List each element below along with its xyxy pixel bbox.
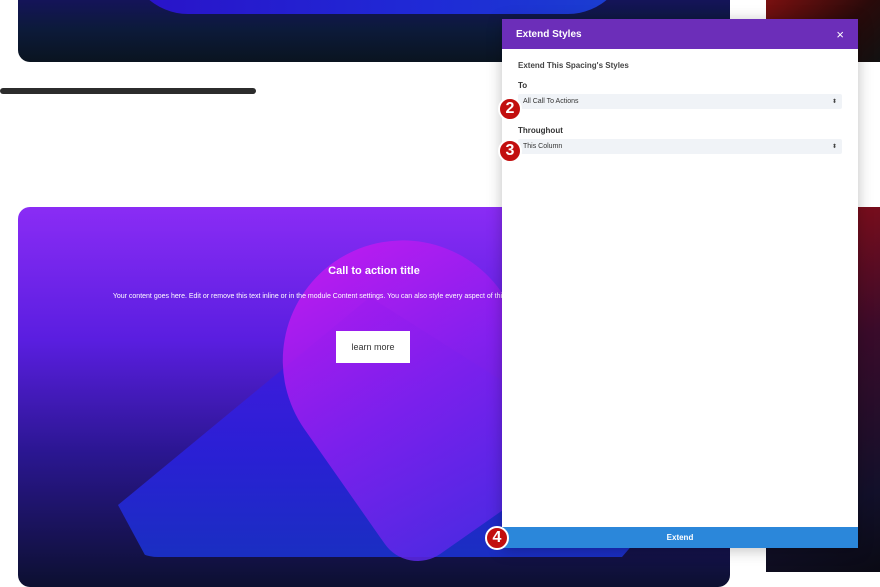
throughout-select-value: This Column <box>523 143 563 150</box>
modal-body: Extend This Spacing's Styles To All Call… <box>502 49 858 154</box>
to-label: To <box>518 81 528 90</box>
step-4-badge: 4 <box>485 526 509 550</box>
section-title: Extend This Spacing's Styles <box>518 61 629 70</box>
throughout-select[interactable]: This Column ⬍ <box>518 139 842 154</box>
divider <box>0 88 256 94</box>
close-icon[interactable]: × <box>836 28 844 41</box>
select-arrows-icon: ⬍ <box>831 99 837 105</box>
extend-styles-modal: Extend Styles × Extend This Spacing's St… <box>502 19 858 548</box>
learn-more-button[interactable]: learn more <box>336 331 410 363</box>
throughout-label: Throughout <box>518 126 563 135</box>
to-select[interactable]: All Call To Actions ⬍ <box>518 94 842 109</box>
modal-title: Extend Styles <box>516 28 582 40</box>
select-arrows-icon: ⬍ <box>831 144 837 150</box>
modal-header: Extend Styles × <box>502 19 858 49</box>
to-select-value: All Call To Actions <box>523 98 579 105</box>
step-2-badge: 2 <box>498 97 522 121</box>
step-3-badge: 3 <box>498 139 522 163</box>
decorative-shape <box>128 0 628 14</box>
extend-button[interactable]: Extend <box>502 527 858 548</box>
